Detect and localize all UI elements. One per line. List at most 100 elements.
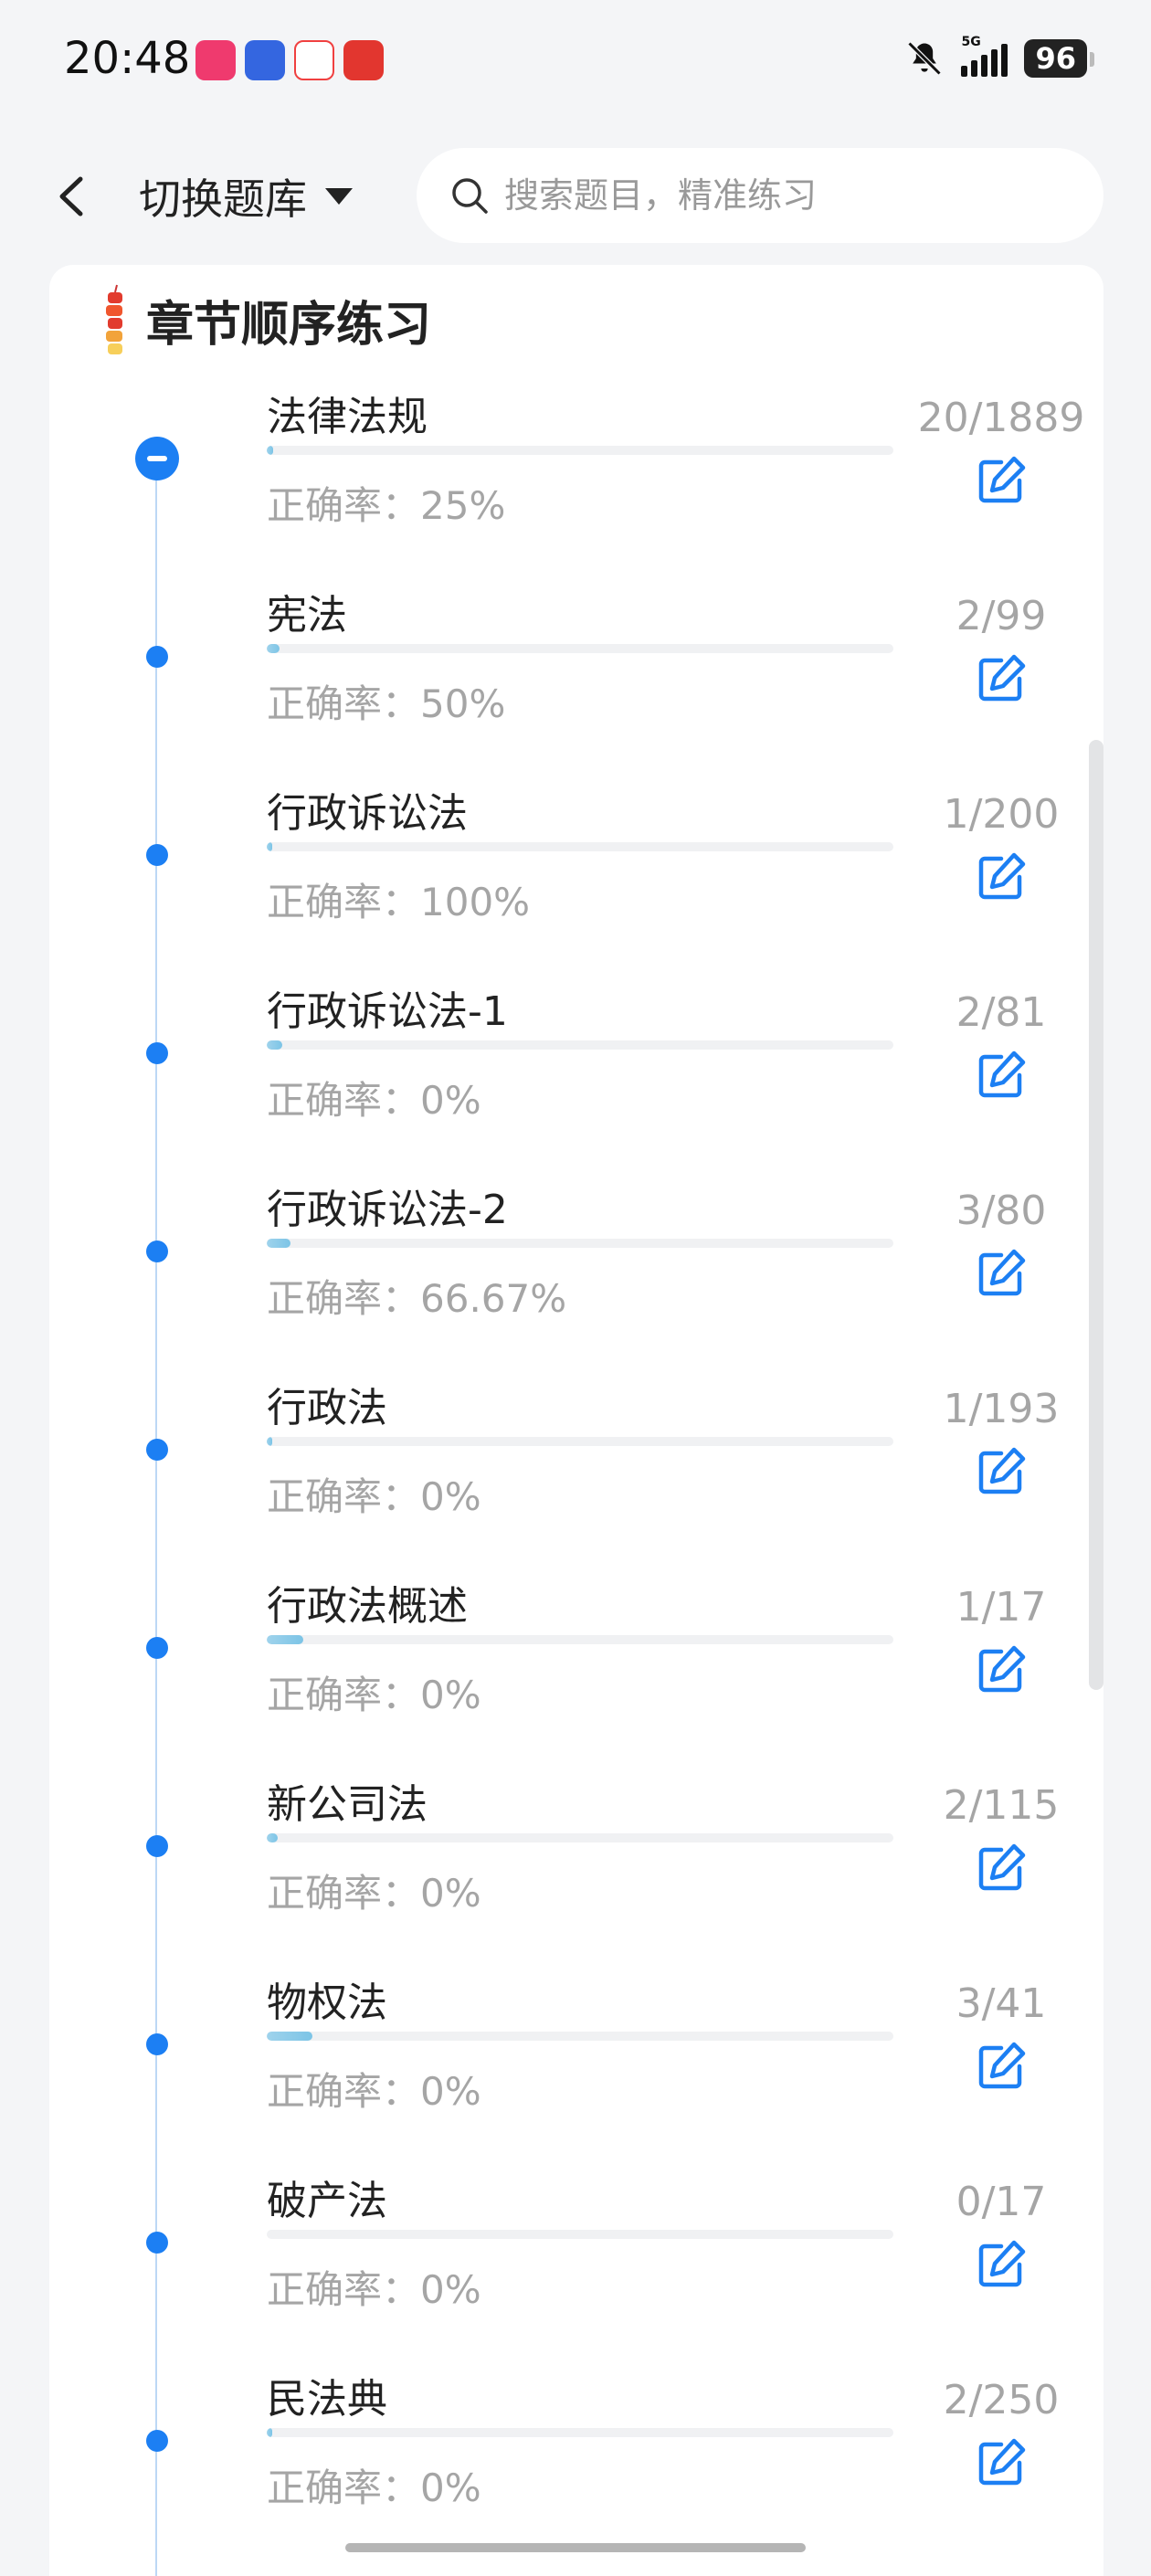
edit-practice-icon[interactable]	[974, 2237, 1029, 2292]
switch-bank-label: 切换题库	[139, 174, 307, 224]
chapter-title: 行政法概述	[267, 1583, 468, 1630]
progress-count: 2/99	[956, 593, 1047, 639]
app-icon-pink	[195, 40, 236, 80]
accuracy-text: 正确率：66.67%	[267, 1276, 567, 1321]
progress-bar	[267, 1040, 893, 1050]
battery-icon: 96	[1024, 39, 1094, 78]
progress-bar	[267, 446, 893, 455]
progress-count: 20/1889	[917, 395, 1085, 441]
progress-count: 3/41	[956, 1980, 1047, 2027]
back-icon[interactable]	[46, 164, 100, 228]
progress-bar	[267, 1833, 893, 1842]
notification-app-icons	[195, 40, 384, 80]
timeline-dot	[146, 844, 168, 866]
edit-practice-icon[interactable]	[974, 2039, 1029, 2094]
chapter-title: 宪法	[267, 592, 347, 639]
accuracy-text: 正确率：0%	[267, 1078, 481, 1123]
progress-count: 2/250	[943, 2377, 1060, 2423]
firecracker-icon	[106, 284, 122, 354]
app-icon-red-grid	[343, 40, 384, 80]
progress-count: 1/193	[943, 1386, 1060, 1432]
app-icon-blue-shield	[245, 40, 285, 80]
search-bar[interactable]	[417, 148, 1103, 243]
timeline-dot	[146, 2430, 168, 2452]
app-icon-red-triangle	[294, 40, 334, 80]
progress-bar	[267, 644, 893, 653]
section-title: 章节顺序练习	[146, 297, 432, 353]
search-input[interactable]	[502, 174, 1091, 216]
timeline-dot	[146, 2232, 168, 2254]
progress-count: 1/200	[943, 791, 1060, 838]
chapter-practice-card: 章节顺序练习 法律法规正确率：25% 20/1889 宪法正确率：50% 2/99 行政…	[49, 265, 1103, 2576]
chapter-title: 新公司法	[267, 1781, 428, 1828]
chapter-title: 行政诉讼法-1	[267, 988, 508, 1035]
progress-bar	[267, 2428, 893, 2437]
edit-practice-icon[interactable]	[974, 1444, 1029, 1499]
chapter-title: 物权法	[267, 1980, 387, 2026]
timeline-dot	[146, 1835, 168, 1857]
accuracy-text: 正确率：0%	[267, 1673, 481, 1717]
chapter-item[interactable]: 行政法正确率：0% 1/193	[49, 1366, 1103, 1564]
chapter-title: 民法典	[267, 2376, 387, 2423]
progress-bar	[267, 1437, 893, 1446]
accuracy-text: 正确率：0%	[267, 1474, 481, 1519]
status-bar: 20:48 5G 96	[0, 0, 1151, 128]
chapter-item[interactable]: 行政诉讼法-1 正确率：0% 2/81	[49, 969, 1103, 1167]
progress-bar	[267, 2032, 893, 2041]
scrollbar[interactable]	[1089, 740, 1103, 1690]
edit-practice-icon[interactable]	[974, 1841, 1029, 1895]
chapter-title: 行政诉讼法-2	[267, 1187, 508, 1233]
chapter-title: 破产法	[267, 2178, 387, 2224]
chapter-item[interactable]: 宪法正确率：50% 2/99	[49, 573, 1103, 771]
chapter-item[interactable]: 行政诉讼法-2 正确率：66.67% 3/80	[49, 1167, 1103, 1366]
chapter-title: 行政法	[267, 1385, 387, 1431]
edit-practice-icon[interactable]	[974, 1048, 1029, 1103]
accuracy-text: 正确率：50%	[267, 681, 506, 726]
timeline-dot	[146, 1042, 168, 1064]
chapter-item[interactable]: 民法典正确率：0% 2/250	[49, 2357, 1103, 2555]
signal-icon: 5G	[961, 35, 1008, 77]
switch-question-bank-button[interactable]: 切换题库	[139, 164, 354, 228]
accuracy-text: 正确率：0%	[267, 2465, 481, 2510]
accuracy-text: 正确率：0%	[267, 1871, 481, 1916]
timeline-dot	[146, 1439, 168, 1461]
chapter-item[interactable]: 破产法正确率：0% 0/17	[49, 2159, 1103, 2357]
edit-practice-icon[interactable]	[974, 2435, 1029, 2490]
edit-practice-icon[interactable]	[974, 1642, 1029, 1697]
progress-bar	[267, 1635, 893, 1644]
progress-count: 1/17	[956, 1584, 1047, 1631]
accuracy-text: 正确率：25%	[267, 483, 506, 528]
collapse-node-icon[interactable]	[135, 437, 179, 480]
accuracy-text: 正确率：100%	[267, 880, 531, 924]
progress-fill	[267, 644, 280, 653]
section-header: 章节顺序练习	[97, 265, 431, 375]
chapter-title: 法律法规	[267, 394, 428, 440]
edit-practice-icon[interactable]	[974, 1246, 1029, 1301]
progress-fill	[267, 1437, 273, 1446]
status-indicators: 5G 96	[904, 35, 1094, 79]
chapter-item[interactable]: 行政诉讼法 正确率：100% 1/200	[49, 771, 1103, 969]
top-nav: 切换题库	[0, 128, 1151, 265]
timeline-dot	[146, 1637, 168, 1659]
network-type: 5G	[961, 35, 981, 49]
edit-practice-icon[interactable]	[974, 850, 1029, 904]
chapter-item[interactable]: 法律法规正确率：25% 20/1889	[49, 375, 1103, 573]
progress-fill	[267, 446, 274, 455]
chapter-item[interactable]: 新公司法正确率：0% 2/115	[49, 1762, 1103, 1960]
home-indicator[interactable]	[345, 2543, 806, 2552]
progress-count: 2/115	[943, 1782, 1060, 1829]
accuracy-text: 正确率：0%	[267, 2267, 481, 2312]
edit-practice-icon[interactable]	[974, 453, 1029, 508]
progress-count: 2/81	[956, 989, 1047, 1036]
search-icon	[452, 178, 488, 214]
timeline-dot	[146, 2033, 168, 2055]
progress-bar	[267, 1239, 893, 1248]
chapter-item[interactable]: 物权法正确率：0% 3/41	[49, 1960, 1103, 2159]
status-time: 20:48	[64, 33, 191, 84]
edit-practice-icon[interactable]	[974, 651, 1029, 706]
progress-fill	[267, 842, 273, 851]
chapter-item[interactable]: 行政法概述正确率：0% 1/17	[49, 1564, 1103, 1762]
accuracy-text: 正确率：0%	[267, 2069, 481, 2114]
progress-fill	[267, 1833, 278, 1842]
progress-count: 0/17	[956, 2179, 1047, 2225]
